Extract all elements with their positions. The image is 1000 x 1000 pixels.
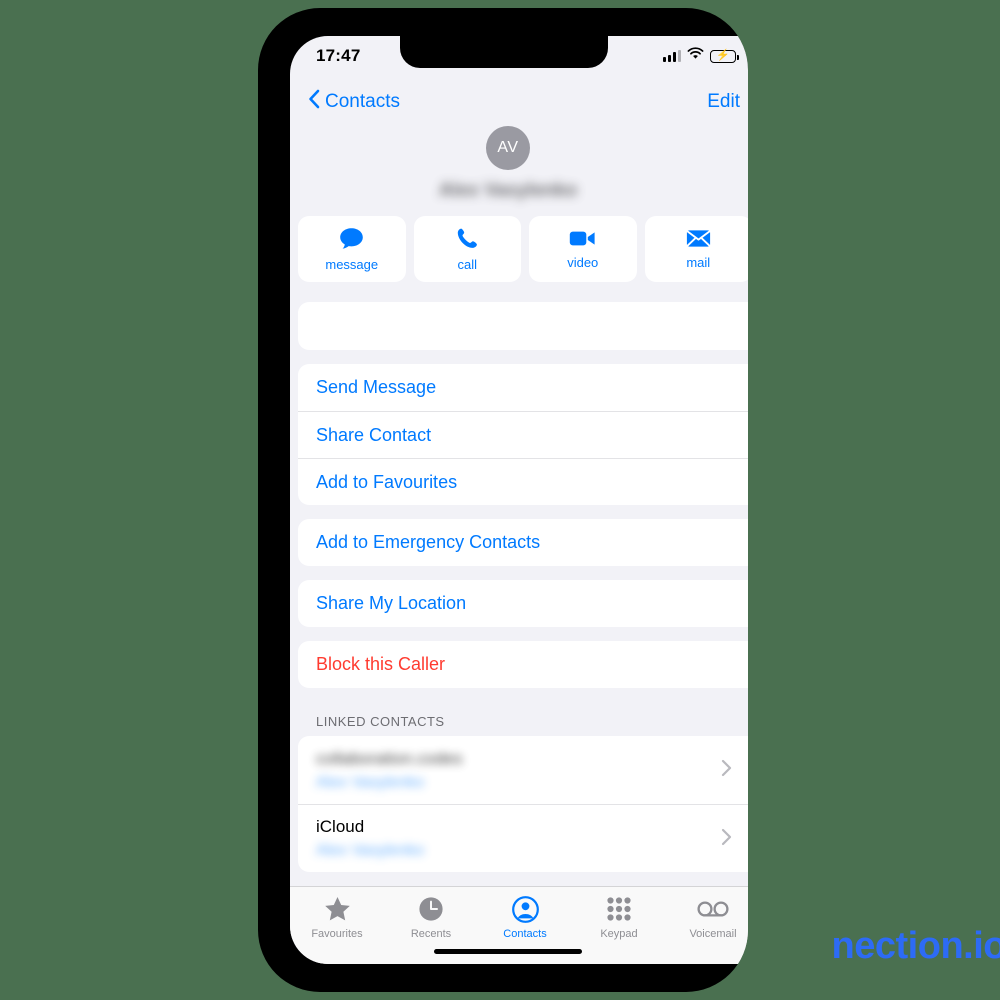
battery-charging-icon: ⚡ xyxy=(710,49,739,63)
linked-contacts-header: LINKED CONTACTS xyxy=(316,714,445,729)
share-contact-row[interactable]: Share Contact xyxy=(298,411,748,458)
wifi-icon xyxy=(687,47,704,65)
screen-content: 17:47 ⚡ Contacts Edit AV Alex Vasylenko … xyxy=(290,36,748,964)
menu-group-actions: Send Message Share Contact Add to Favour… xyxy=(298,364,748,505)
nav-bar: Contacts Edit xyxy=(290,80,748,124)
tab-favourites[interactable]: Favourites xyxy=(290,895,384,964)
avatar: AV xyxy=(486,126,530,170)
linked-contact-title: iCloud xyxy=(316,817,365,836)
back-button-label: Contacts xyxy=(325,91,400,112)
call-action-button[interactable]: call xyxy=(413,216,521,282)
tab-favourites-label: Favourites xyxy=(311,928,363,940)
video-action-label: video xyxy=(567,254,599,270)
menu-group-emergency: Add to Emergency Contacts xyxy=(298,519,748,566)
cellular-bars-icon xyxy=(663,50,681,62)
chevron-right-icon xyxy=(721,828,732,850)
linked-contact-title: collaboration.codes xyxy=(316,748,463,768)
home-indicator xyxy=(434,949,582,954)
menu-group-location: Share My Location xyxy=(298,580,748,627)
add-to-favourites-row[interactable]: Add to Favourites xyxy=(298,458,748,505)
message-action-label: message xyxy=(325,256,379,272)
add-to-emergency-contacts-row[interactable]: Add to Emergency Contacts xyxy=(298,519,748,566)
linked-contact-subtitle: Alex Vasylenko xyxy=(316,842,425,859)
action-buttons-row: message call video mail xyxy=(290,216,748,282)
status-icons: ⚡ xyxy=(663,47,739,65)
tab-voicemail-label: Voicemail xyxy=(689,928,737,940)
video-camera-icon xyxy=(569,229,596,248)
tab-keypad[interactable]: Keypad xyxy=(572,895,666,964)
phone-frame: 17:47 ⚡ Contacts Edit AV Alex Vasylenko … xyxy=(258,8,748,992)
redacted-detail-card[interactable] xyxy=(298,302,748,350)
tab-recents-label: Recents xyxy=(410,928,452,940)
block-this-caller-row[interactable]: Block this Caller xyxy=(298,641,748,688)
tab-keypad-label: Keypad xyxy=(600,928,638,940)
linked-contact-text: iCloud Alex Vasylenko xyxy=(316,817,721,860)
tab-voicemail[interactable]: Voicemail xyxy=(666,895,748,964)
notch xyxy=(400,36,608,68)
keypad-grid-icon xyxy=(606,895,632,923)
edit-button[interactable]: Edit xyxy=(707,91,740,113)
linked-contact-text: collaboration.codes Alex Vasylenko xyxy=(316,749,721,792)
menu-group-block: Block this Caller xyxy=(298,641,748,688)
linked-contact-subtitle: Alex Vasylenko xyxy=(316,773,425,791)
person-circle-icon xyxy=(511,895,539,923)
contact-name: Alex Vasylenko xyxy=(438,180,578,201)
linked-contact-row[interactable]: collaboration.codes Alex Vasylenko xyxy=(298,736,748,804)
linked-contacts-card: collaboration.codes Alex Vasylenko iClou… xyxy=(298,736,748,872)
clock-icon xyxy=(418,895,444,923)
message-bubble-icon xyxy=(339,227,364,250)
mail-action-label: mail xyxy=(686,254,711,270)
tab-contacts-label: Contacts xyxy=(503,928,547,940)
video-action-button[interactable]: video xyxy=(529,216,637,282)
watermark: nection.io xyxy=(831,925,1000,967)
voicemail-icon xyxy=(697,895,729,923)
star-icon xyxy=(324,895,351,923)
phone-icon xyxy=(456,227,479,250)
message-action-button[interactable]: message xyxy=(298,216,406,282)
call-action-label: call xyxy=(457,256,477,272)
envelope-icon xyxy=(686,229,711,248)
status-time: 17:47 xyxy=(316,46,361,65)
contact-header: AV Alex Vasylenko xyxy=(290,124,748,216)
back-button[interactable]: Contacts xyxy=(308,89,400,115)
mail-action-button[interactable]: mail xyxy=(644,216,748,282)
phone-screen: 17:47 ⚡ Contacts Edit AV Alex Vasylenko … xyxy=(290,36,748,964)
send-message-row[interactable]: Send Message xyxy=(298,364,748,411)
linked-contact-row[interactable]: iCloud Alex Vasylenko xyxy=(298,804,748,872)
chevron-left-icon xyxy=(308,89,320,115)
chevron-right-icon xyxy=(721,759,732,781)
share-my-location-row[interactable]: Share My Location xyxy=(298,580,748,627)
